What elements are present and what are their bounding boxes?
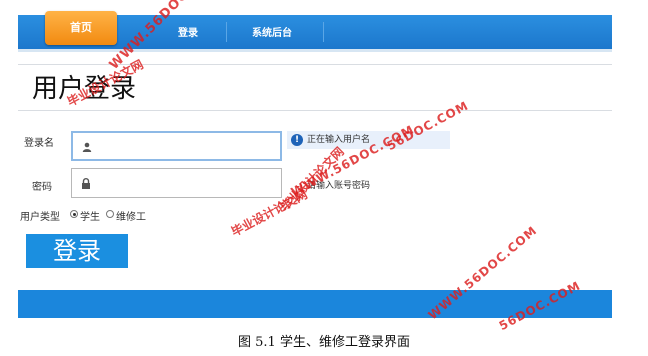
username-input[interactable]	[71, 131, 282, 161]
password-label: 密码	[32, 182, 52, 193]
nav-shadow	[18, 49, 612, 52]
username-hint: 正在输入用户名	[307, 135, 371, 145]
figure-caption: 图 5.1 学生、维修工登录界面	[238, 335, 410, 350]
info-icon: !	[291, 134, 303, 146]
user-icon	[82, 142, 92, 152]
lock-icon	[82, 178, 90, 189]
radio-student-label: 学生	[80, 212, 100, 223]
radio-repairman[interactable]	[106, 210, 114, 218]
nav-home-tab[interactable]: 首页	[45, 11, 117, 45]
user-type-label: 用户类型	[20, 212, 60, 223]
nav-divider	[226, 22, 227, 42]
login-button[interactable]: 登录	[26, 234, 128, 268]
nav-admin-link[interactable]: 系统后台	[252, 15, 292, 49]
password-input[interactable]	[71, 168, 282, 198]
nav-login-link[interactable]: 登录	[178, 15, 198, 49]
divider	[18, 110, 612, 111]
radio-repairman-label: 维修工	[116, 212, 146, 223]
username-label: 登录名	[24, 138, 54, 149]
divider	[18, 64, 612, 65]
nav-divider	[323, 22, 324, 42]
radio-student[interactable]	[70, 210, 78, 218]
